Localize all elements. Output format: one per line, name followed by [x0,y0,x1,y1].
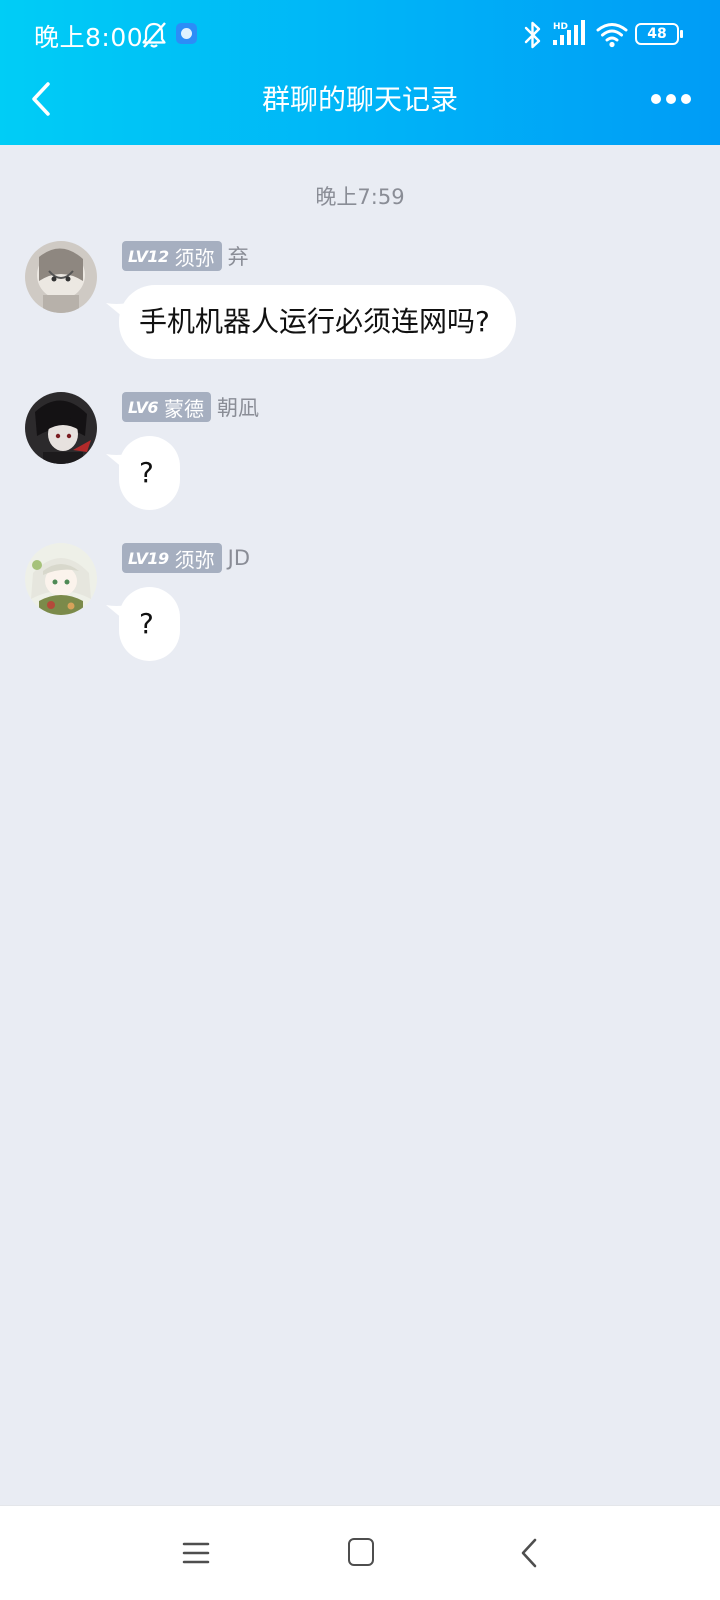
badge-title: 须弥 [174,245,215,270]
level-label: LV6 [128,397,159,417]
level-badge: LV19 须弥 [122,543,222,573]
level-badge: LV6 蒙德 [122,392,212,422]
message-bubble[interactable]: ? [119,587,180,661]
badge-title: 须弥 [174,547,215,572]
sender-name[interactable]: JD [228,546,250,570]
chat-history[interactable]: 晚上7:59 LV12 须弥 弃 手机机器人运行必须连网吗? LV6 蒙德 朝凪… [0,145,720,1505]
svg-text:HD: HD [553,22,568,32]
bluetooth-icon [524,21,541,49]
level-badge: LV12 须弥 [122,241,222,271]
message-timestamp: 晚上7:59 [315,185,405,209]
bell-off-icon [142,22,166,48]
sender-row: LV19 须弥 JD [122,543,250,573]
back-icon[interactable] [518,1536,540,1570]
status-time: 晚上8:00 [34,23,144,52]
level-label: LV19 [128,548,169,568]
system-navigation-bar [0,1505,720,1600]
avatar[interactable] [25,392,97,464]
avatar[interactable] [25,241,97,313]
status-bar: 晚上8:00 HD 48 [0,0,720,70]
avatar[interactable] [25,543,97,615]
sender-name[interactable]: 弃 [228,241,249,271]
message-bubble[interactable]: ? [119,436,180,510]
sender-name[interactable]: 朝凪 [217,392,259,422]
more-dots-icon[interactable] [650,84,692,114]
hd-signal-icon: HD [553,20,585,45]
sender-row: LV6 蒙德 朝凪 [122,392,259,422]
battery-level: 48 [647,26,667,42]
app-notification-icon [176,23,197,44]
level-label: LV12 [128,246,169,266]
wifi-icon [596,23,628,48]
sender-row: LV12 须弥 弃 [122,241,249,271]
home-icon[interactable] [348,1538,374,1566]
battery-icon: 48 [635,23,683,45]
app-header: 晚上8:00 HD 48 群聊的聊天记录 [0,0,720,145]
page-title: 群聊的聊天记录 [261,83,458,116]
badge-title: 蒙德 [164,396,205,421]
message-bubble[interactable]: 手机机器人运行必须连网吗? [119,285,516,359]
menu-icon[interactable] [182,1540,210,1566]
